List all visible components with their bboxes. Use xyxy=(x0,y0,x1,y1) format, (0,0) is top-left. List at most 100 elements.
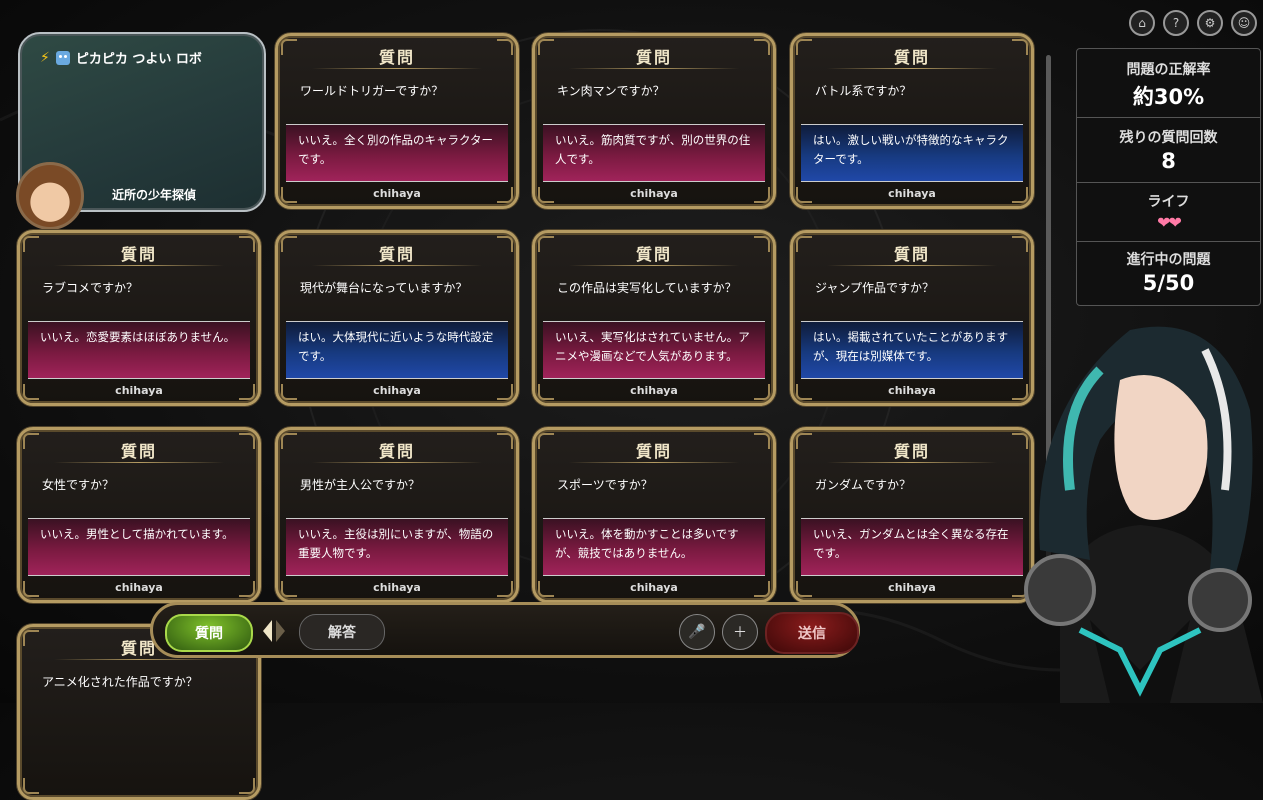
card-divider xyxy=(827,68,997,69)
card-author: chihaya xyxy=(115,384,163,397)
vtuber-avatar xyxy=(1024,326,1263,703)
card-question: スポーツですか？ xyxy=(557,478,653,492)
question-mode-button[interactable]: 質問 xyxy=(165,614,253,652)
progress-label: 進行中の問題 xyxy=(1126,252,1211,268)
question-input[interactable] xyxy=(393,616,677,648)
corner-ornament xyxy=(239,778,255,794)
card-question: 現代が舞台になっていますか？ xyxy=(300,281,468,295)
card-question: ジャンプ作品ですか？ xyxy=(815,281,935,295)
card-divider xyxy=(827,462,997,463)
card-author: chihaya xyxy=(630,581,678,594)
home-icon[interactable]: ⌂ xyxy=(1129,10,1155,36)
card-question: ワールドトリガーですか？ xyxy=(300,84,444,98)
card-question: ラブコメですか？ xyxy=(42,281,139,295)
card-answer: はい。激しい戦いが特徴的なキャラクターです。 xyxy=(801,124,1023,182)
question-card: 質問 ラブコメですか？ いいえ。恋愛要素はほぼありません。 chihaya xyxy=(17,230,261,406)
microphone-icon[interactable]: 🎤 xyxy=(679,614,715,650)
card-heading: 質問 xyxy=(635,48,672,67)
question-card: 質問 バトル系ですか？ はい。激しい戦いが特徴的なキャラクターです。 chiha… xyxy=(790,33,1034,209)
card-heading: 質問 xyxy=(635,442,672,461)
card-heading: 質問 xyxy=(120,245,157,264)
life-stat: ライフ ❤❤ xyxy=(1077,191,1260,232)
top-toolbar: ⌂ ? ⚙ ☺ xyxy=(1129,10,1257,36)
card-answer: いいえ。筋肉質ですが、別の世界の住人です。 xyxy=(543,124,765,182)
card-divider xyxy=(827,265,997,266)
question-card: 質問 この作品は実写化していますか？ いいえ、実写化はされていません。アニメや漫… xyxy=(532,230,776,406)
character-title-text: ピカピカ つよい ロボ xyxy=(75,52,202,67)
card-answer: いいえ。恋愛要素はほぼありません。 xyxy=(28,321,250,379)
card-heading: 質問 xyxy=(378,48,415,67)
divider xyxy=(1077,182,1260,183)
card-heading: 質問 xyxy=(893,442,930,461)
question-card: 質問 ワールドトリガーですか？ いいえ。全く別の作品のキャラクターです。 chi… xyxy=(275,33,519,209)
card-divider xyxy=(569,462,739,463)
question-card: 質問 ジャンプ作品ですか？ はい。掲載されていたことがありますが、現在は別媒体で… xyxy=(790,230,1034,406)
accuracy-stat: 問題の正解率 約30% xyxy=(1077,59,1260,111)
discord-icon[interactable]: ☺ xyxy=(1231,10,1257,36)
card-heading: 質問 xyxy=(893,48,930,67)
remaining-label: 残りの質問回数 xyxy=(1119,130,1218,146)
card-author: chihaya xyxy=(888,384,936,397)
card-question: ガンダムですか？ xyxy=(815,478,912,492)
gear-icon[interactable]: ⚙ xyxy=(1197,10,1223,36)
card-divider xyxy=(54,265,224,266)
card-heading: 質問 xyxy=(120,442,157,461)
card-question: キン肉マンですか？ xyxy=(557,84,665,98)
divider xyxy=(1077,117,1260,118)
accuracy-label: 問題の正解率 xyxy=(1126,62,1211,78)
card-question: 男性が主人公ですか？ xyxy=(300,478,421,492)
card-heading: 質問 xyxy=(378,245,415,264)
mode-switch-icon[interactable] xyxy=(259,616,289,646)
send-button[interactable]: 送信 xyxy=(765,612,859,654)
question-card: 質問 現代が舞台になっていますか？ はい。大体現代に近いような時代設定です。 c… xyxy=(275,230,519,406)
card-divider xyxy=(312,462,482,463)
progress-stat: 進行中の問題 5/50 xyxy=(1077,249,1260,295)
card-author: chihaya xyxy=(115,581,163,594)
remaining-stat: 残りの質問回数 8 xyxy=(1077,127,1260,173)
answer-mode-button[interactable]: 解答 xyxy=(299,614,385,650)
card-answer: いいえ。全く別の作品のキャラクターです。 xyxy=(286,124,508,182)
card-question: アニメ化された作品ですか？ xyxy=(42,675,198,689)
character-panel: ⚡ ピカピカ つよい ロボ 近所の少年探偵 xyxy=(16,32,266,230)
divider xyxy=(1077,241,1260,242)
question-card: 質問 男性が主人公ですか？ いいえ。主役は別にいますが、物語の重要人物です。 c… xyxy=(275,427,519,603)
lightning-icon: ⚡ xyxy=(40,49,50,66)
card-divider xyxy=(54,462,224,463)
stats-panel: 問題の正解率 約30% 残りの質問回数 8 ライフ ❤❤ 進行中の問題 5/50 xyxy=(1076,48,1261,306)
card-divider xyxy=(312,68,482,69)
add-note-icon[interactable]: ＋ xyxy=(722,614,758,650)
heart-icon: ❤❤ xyxy=(1157,213,1182,232)
character-name: 近所の少年探偵 xyxy=(112,188,197,202)
card-answer: いいえ。男性として描かれています。 xyxy=(28,518,250,576)
card-question: この作品は実写化していますか？ xyxy=(557,281,737,295)
card-author: chihaya xyxy=(373,581,421,594)
character-avatar xyxy=(16,162,84,230)
character-title: ⚡ ピカピカ つよい ロボ xyxy=(40,48,202,68)
life-label: ライフ xyxy=(1147,194,1190,210)
card-author: chihaya xyxy=(630,384,678,397)
question-card: 質問 女性ですか？ いいえ。男性として描かれています。 chihaya xyxy=(17,427,261,603)
card-question: バトル系ですか？ xyxy=(815,84,912,98)
card-author: chihaya xyxy=(888,187,936,200)
card-divider xyxy=(312,265,482,266)
card-answer: はい。掲載されていたことがありますが、現在は別媒体です。 xyxy=(801,321,1023,379)
card-author: chihaya xyxy=(888,581,936,594)
card-heading: 質問 xyxy=(893,245,930,264)
question-card: 質問 キン肉マンですか？ いいえ。筋肉質ですが、別の世界の住人です。 chiha… xyxy=(532,33,776,209)
input-bar: 質問 解答 🎤 ＋ 送信 xyxy=(150,602,860,658)
help-icon[interactable]: ? xyxy=(1163,10,1189,36)
card-author: chihaya xyxy=(630,187,678,200)
robot-icon xyxy=(55,50,70,65)
card-heading: 質問 xyxy=(378,442,415,461)
corner-ornament xyxy=(23,778,39,794)
question-card: 質問 ガンダムですか？ いいえ、ガンダムとは全く異なる存在です。 chihaya xyxy=(790,427,1034,603)
card-answer: いいえ、実写化はされていません。アニメや漫画などで人気があります。 xyxy=(543,321,765,379)
card-answer: はい。大体現代に近いような時代設定です。 xyxy=(286,321,508,379)
card-answer: いいえ。主役は別にいますが、物語の重要人物です。 xyxy=(286,518,508,576)
card-divider xyxy=(569,265,739,266)
card-question: 女性ですか？ xyxy=(42,478,115,492)
card-divider xyxy=(54,659,224,660)
accuracy-value: 約30% xyxy=(1132,85,1205,109)
card-answer: いいえ、ガンダムとは全く異なる存在です。 xyxy=(801,518,1023,576)
question-card: 質問 スポーツですか？ いいえ。体を動かすことは多いですが、競技ではありません。… xyxy=(532,427,776,603)
